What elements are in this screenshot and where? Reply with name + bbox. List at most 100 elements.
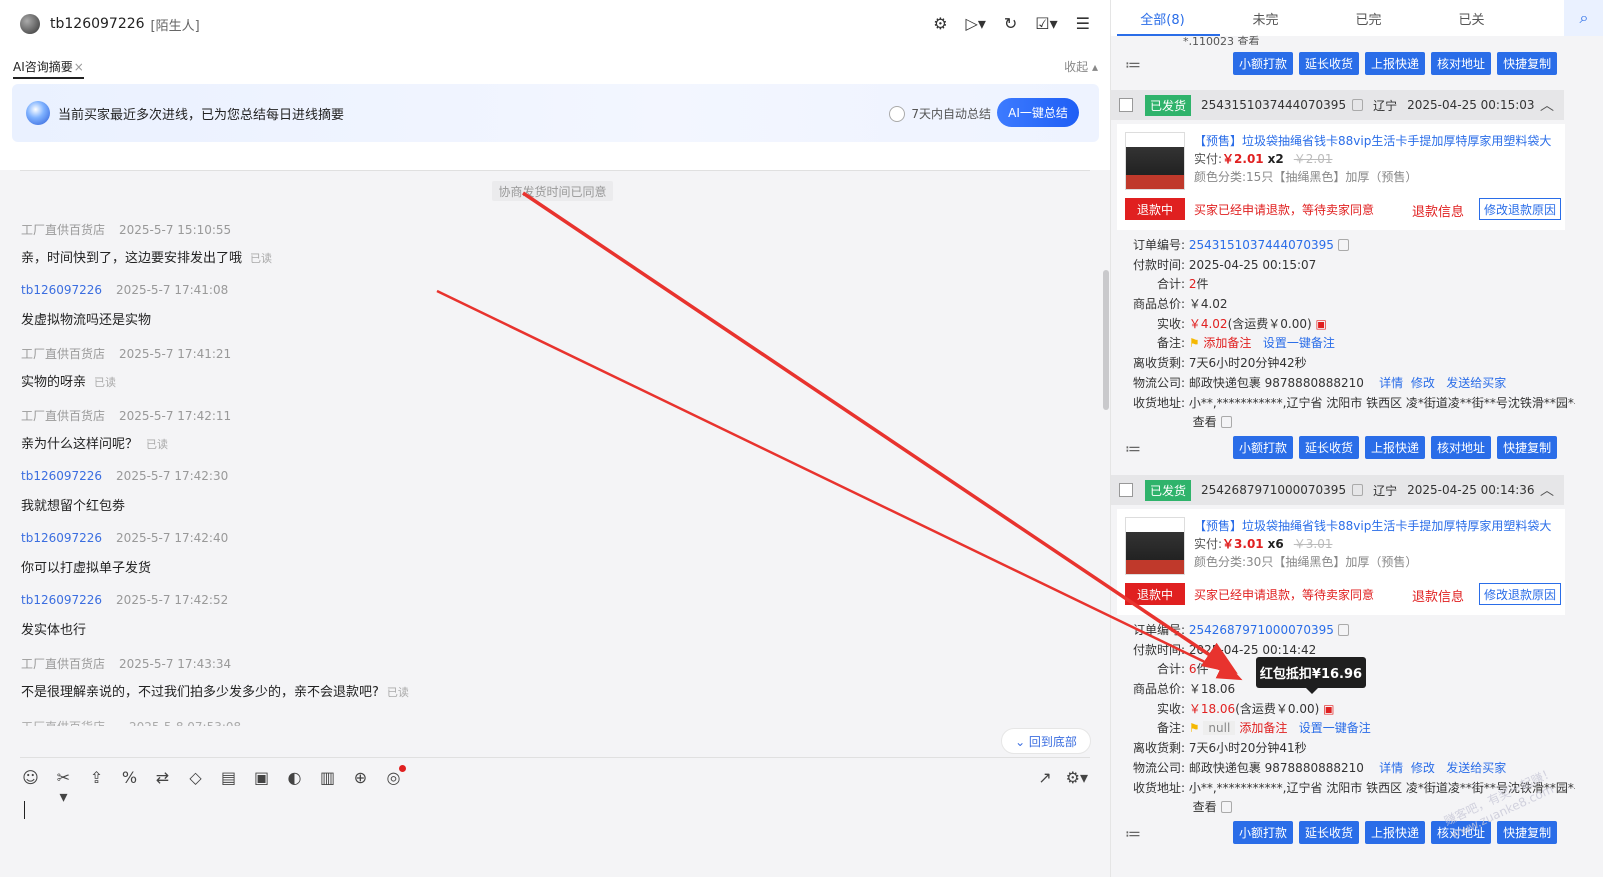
flag-icon[interactable]: ⚑: [1189, 721, 1200, 735]
add-note-link[interactable]: 添加备注: [1203, 336, 1251, 350]
chevron-up-icon[interactable]: ︿: [1540, 480, 1554, 500]
order-icon[interactable]: ▣: [252, 768, 271, 806]
close-icon[interactable]: ×: [74, 60, 84, 74]
document-icon[interactable]: ▤: [219, 768, 238, 806]
detail-logistics: 物流公司: 邮政快递包裹 9878880888210 详情 修改 发送给买家: [1125, 374, 1575, 394]
auto-summary-checkbox[interactable]: [889, 105, 906, 122]
action-button[interactable]: 小额打款: [1233, 821, 1294, 844]
action-button[interactable]: 延长收货: [1299, 52, 1360, 75]
product-image[interactable]: [1125, 517, 1185, 575]
robot-icon[interactable]: ⚙: [933, 14, 947, 33]
flag-icon[interactable]: ⚑: [1189, 336, 1200, 350]
message-body[interactable]: 实物的呀亲 已读: [21, 371, 1021, 390]
tab-ai-summary[interactable]: AI咨询摘要×: [13, 58, 84, 79]
video-icon[interactable]: ▷▾: [966, 14, 986, 33]
action-button[interactable]: 小额打款: [1233, 52, 1294, 75]
logistics-modify-link[interactable]: 修改: [1411, 376, 1435, 390]
message-body[interactable]: 发实体也行: [21, 619, 1021, 638]
order-number-link[interactable]: 2543151037444070395: [1189, 238, 1334, 252]
quick-note-link[interactable]: 设置一键备注: [1299, 721, 1371, 735]
copy-icon[interactable]: [1352, 484, 1364, 496]
gift-icon[interactable]: ◎: [384, 765, 406, 806]
product-title[interactable]: 【预售】垃圾袋抽绳省钱卡88vip生活卡手提加厚特厚家用塑料袋大: [1194, 517, 1554, 534]
copy-icon[interactable]: [1337, 239, 1349, 251]
view-address-link[interactable]: 查看: [1193, 415, 1217, 429]
ai-summarize-button[interactable]: AI一键总结: [997, 98, 1079, 127]
magnifier-icon[interactable]: ⊕: [351, 768, 370, 806]
transfer-icon[interactable]: ⇄: [153, 768, 172, 806]
action-button[interactable]: 上报快递: [1365, 436, 1426, 459]
tab-all[interactable]: 全部(8): [1111, 9, 1214, 28]
discount-info-icon[interactable]: ▣: [1323, 702, 1334, 716]
logistics-modify-link[interactable]: 修改: [1411, 761, 1435, 775]
product-image[interactable]: [1125, 132, 1185, 190]
detail-label: 物流公司:: [1132, 375, 1185, 390]
action-button[interactable]: 延长收货: [1299, 436, 1360, 459]
refresh-icon[interactable]: ↻: [1004, 14, 1017, 33]
message-body[interactable]: 我就想留个红包劵: [21, 495, 1021, 514]
settings-list-icon[interactable]: ≔: [1125, 439, 1141, 458]
action-button[interactable]: 延长收货: [1299, 821, 1360, 844]
copy-icon[interactable]: [1220, 416, 1232, 429]
scrollbar[interactable]: [1103, 270, 1109, 410]
text-caret[interactable]: [24, 801, 25, 819]
order-checkbox[interactable]: [1119, 483, 1133, 497]
card-icon[interactable]: ▥: [318, 768, 337, 806]
view-address-link[interactable]: 查看: [1193, 800, 1217, 814]
order-checkbox[interactable]: [1119, 98, 1133, 112]
modify-refund-reason-button[interactable]: 修改退款原因: [1479, 583, 1561, 605]
avatar[interactable]: [20, 14, 40, 34]
settings-list-icon[interactable]: ≔: [1125, 824, 1141, 843]
copy-icon[interactable]: [1352, 99, 1364, 111]
quick-note-link[interactable]: 设置一键备注: [1263, 336, 1335, 350]
copy-icon[interactable]: [1337, 624, 1349, 636]
product-title[interactable]: 【预售】垃圾袋抽绳省钱卡88vip生活卡手提加厚特厚家用塑料袋大: [1194, 132, 1554, 149]
refund-info-link[interactable]: 退款信息: [1412, 201, 1464, 220]
action-button[interactable]: 上报快递: [1365, 52, 1426, 75]
search-icon[interactable]: ⌕: [1564, 0, 1603, 36]
action-button[interactable]: 上报快递: [1365, 821, 1426, 844]
action-button[interactable]: 核对地址: [1431, 436, 1492, 459]
modify-refund-reason-button[interactable]: 修改退款原因: [1479, 198, 1561, 220]
action-button[interactable]: 核对地址: [1431, 52, 1492, 75]
copy-icon[interactable]: [1220, 801, 1232, 814]
scissors-icon[interactable]: ✂▾: [54, 768, 73, 806]
message-body[interactable]: 不是很理解亲说的，不过我们拍多少发多少的，亲不会退款吧? 已读: [21, 681, 1021, 700]
settings-list-icon[interactable]: ≔: [1125, 55, 1141, 74]
menu-icon[interactable]: ☰: [1076, 14, 1090, 33]
coupon-icon[interactable]: ◇: [186, 768, 205, 806]
action-button[interactable]: 快捷复制: [1497, 52, 1558, 75]
order-number-link[interactable]: 2542687971000070395: [1189, 623, 1334, 637]
discount-info-icon[interactable]: ▣: [1315, 317, 1326, 331]
percent-icon[interactable]: %: [120, 768, 139, 806]
action-button[interactable]: 小额打款: [1233, 436, 1294, 459]
refund-info-link[interactable]: 退款信息: [1412, 586, 1464, 605]
settings-chat-icon[interactable]: ⚙▾: [1066, 768, 1088, 787]
action-button[interactable]: 快捷复制: [1497, 821, 1558, 844]
send-to-buyer-link[interactable]: 发送给买家: [1446, 761, 1506, 775]
tab-finished[interactable]: 已完: [1317, 9, 1420, 28]
message-sender: 工厂直供百货店: [21, 223, 106, 237]
upload-icon[interactable]: ⇪: [87, 768, 106, 806]
share-icon[interactable]: ↗: [1038, 768, 1051, 787]
action-button[interactable]: 快捷复制: [1497, 436, 1558, 459]
message-time: 2025-5-7 17:42:52: [116, 593, 229, 607]
quick-reply-icon[interactable]: ◐: [285, 768, 304, 806]
detail-label: 离收货剩:: [1132, 356, 1185, 371]
tab-unfinished[interactable]: 未完: [1214, 9, 1317, 28]
notification-dot: [399, 765, 406, 772]
logistics-detail-link[interactable]: 详情: [1379, 761, 1403, 775]
add-note-link[interactable]: 添加备注: [1239, 721, 1287, 735]
auto-summary-toggle[interactable]: 7天内自动总结: [889, 105, 991, 122]
scroll-to-bottom-button[interactable]: ⌄ 回到底部: [1001, 728, 1091, 754]
send-to-buyer-link[interactable]: 发送给买家: [1446, 376, 1506, 390]
collapse-button[interactable]: 收起 ▴: [1064, 58, 1098, 75]
tab-closed[interactable]: 已关: [1420, 9, 1523, 28]
message-body[interactable]: 亲为什么这样问呢？ 已读: [21, 433, 1021, 452]
chevron-up-icon[interactable]: ︿: [1540, 95, 1554, 115]
task-check-icon[interactable]: ☑▾: [1035, 14, 1057, 33]
message-body[interactable]: 亲，时间快到了，这边要安排发出了哦 已读: [21, 247, 1021, 266]
message-body[interactable]: 你可以打虚拟单子发货: [21, 557, 1021, 576]
message-body[interactable]: 发虚拟物流吗还是实物: [21, 309, 1021, 328]
logistics-detail-link[interactable]: 详情: [1379, 376, 1403, 390]
